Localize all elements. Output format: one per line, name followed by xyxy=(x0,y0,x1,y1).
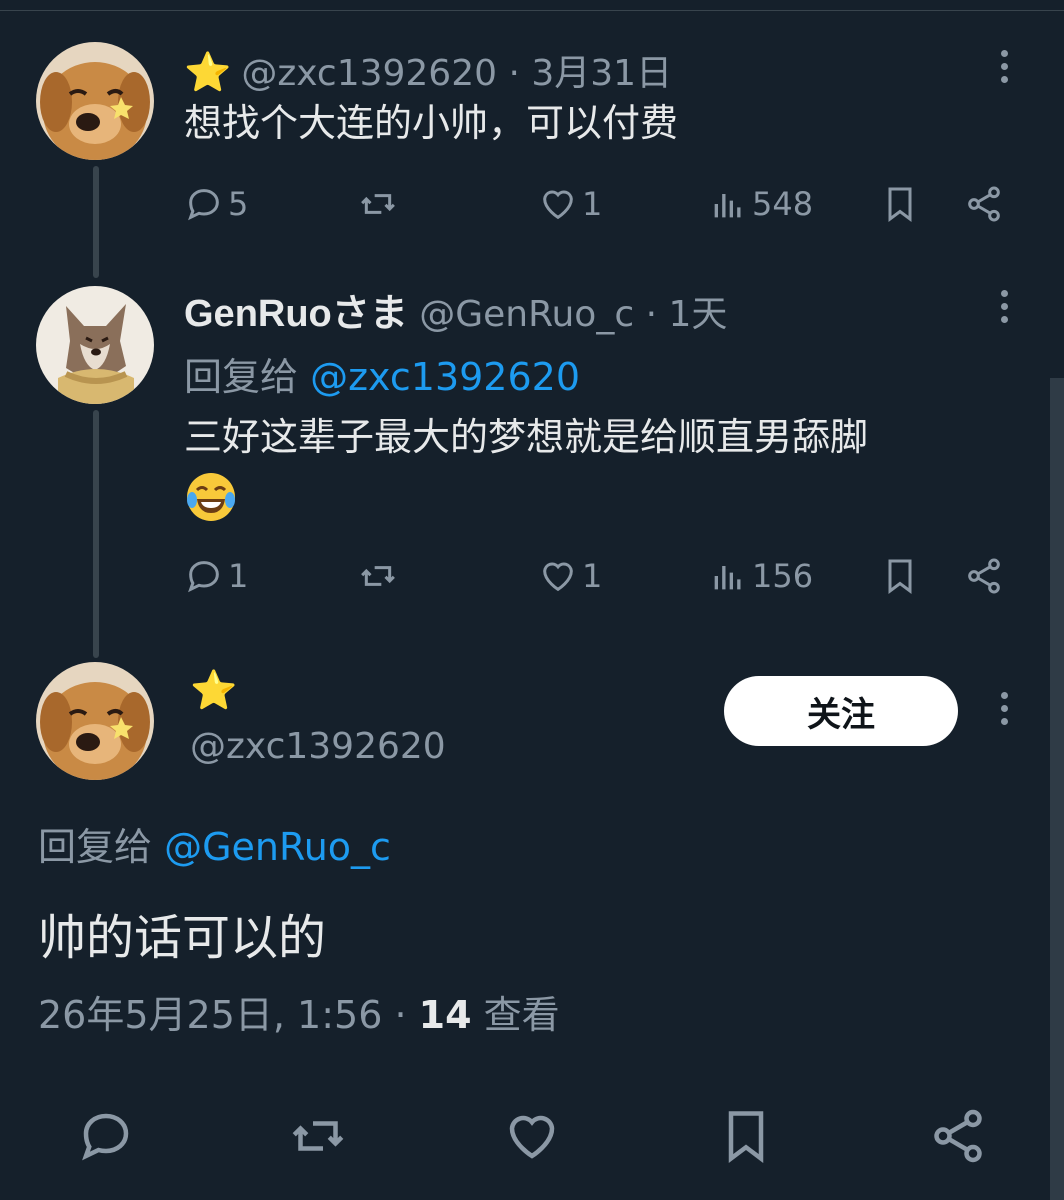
reply-icon xyxy=(82,1113,129,1161)
views-icon xyxy=(714,194,741,218)
bookmark-icon xyxy=(888,187,912,222)
share-icon xyxy=(968,186,1000,222)
retweet-button[interactable] xyxy=(358,182,402,226)
avatar[interactable] xyxy=(36,42,154,160)
reply-count: 5 xyxy=(228,185,249,223)
views-button[interactable]: 156 xyxy=(708,554,813,598)
reply-label: 回复给 xyxy=(38,825,153,869)
thread-line xyxy=(93,410,99,658)
retweet-icon xyxy=(361,194,395,214)
avatar[interactable] xyxy=(36,662,154,780)
share-icon xyxy=(968,558,1000,594)
separator-dot: · xyxy=(382,993,419,1037)
tweet-actions: 1 1 156 xyxy=(184,554,1014,598)
separator-dot: · xyxy=(497,53,532,94)
tweet-text: 三好这辈子最大的梦想就是给顺直男舔脚 xyxy=(184,415,869,459)
thread-line xyxy=(93,166,99,278)
views-count: 156 xyxy=(752,557,814,595)
views-button[interactable]: 548 xyxy=(708,182,813,226)
like-icon xyxy=(543,190,573,220)
top-divider xyxy=(0,10,1064,11)
like-icon xyxy=(509,1115,555,1159)
like-icon xyxy=(543,562,573,592)
reply-to-line: 回复给 @zxc1392620 xyxy=(184,346,580,401)
more-icon[interactable] xyxy=(998,50,1010,90)
focused-actions xyxy=(0,1106,1064,1170)
bookmark-icon xyxy=(728,1111,764,1163)
separator-dot: · xyxy=(634,294,669,335)
reply-label: 回复给 xyxy=(184,355,299,399)
reply-button[interactable] xyxy=(76,1106,136,1166)
scrollbar[interactable] xyxy=(1050,378,1064,1200)
follow-button[interactable]: 关注 xyxy=(724,676,958,746)
more-icon[interactable] xyxy=(998,290,1010,330)
handle[interactable]: @GenRuo_c xyxy=(419,294,634,335)
more-icon[interactable] xyxy=(998,692,1010,732)
bookmark-button[interactable] xyxy=(716,1106,776,1166)
bookmark-button[interactable] xyxy=(880,554,924,598)
star-name[interactable]: ⭐ xyxy=(190,668,247,713)
views-label: 查看 xyxy=(483,993,560,1037)
share-button[interactable] xyxy=(928,1106,988,1166)
like-button[interactable]: 1 xyxy=(538,554,602,598)
reply-to-line: 回复给 @GenRuo_c xyxy=(38,816,391,871)
timestamp[interactable]: 1天 xyxy=(668,294,727,335)
views-icon xyxy=(714,566,741,590)
star-emoji: ⭐ xyxy=(190,668,238,712)
reply-button[interactable]: 5 xyxy=(184,182,248,226)
retweet-icon xyxy=(292,1121,344,1151)
like-count: 1 xyxy=(582,185,603,223)
mention-link[interactable]: @GenRuo_c xyxy=(164,825,391,869)
tweet-meta: 26年5月25日, 1:56 · 14 查看 xyxy=(38,984,560,1039)
like-button[interactable]: 1 xyxy=(538,182,602,226)
tweet-header: ⭐ @zxc1392620 · 3月31日 xyxy=(184,44,672,96)
retweet-icon xyxy=(361,566,395,586)
reply-button[interactable]: 1 xyxy=(184,554,248,598)
retweet-button[interactable] xyxy=(288,1106,348,1166)
timestamp[interactable]: 3月31日 xyxy=(531,53,672,94)
avatar[interactable] xyxy=(36,286,154,404)
views-count: 14 xyxy=(418,993,472,1037)
retweet-button[interactable] xyxy=(358,554,402,598)
handle[interactable]: @zxc1392620 xyxy=(241,53,497,94)
reply-count: 1 xyxy=(228,557,249,595)
laughing-emoji xyxy=(187,473,235,521)
handle[interactable]: @zxc1392620 xyxy=(190,726,446,767)
tweet-text: 想找个大连的小帅，可以付费 xyxy=(184,101,679,145)
tweet-actions: 5 1 548 xyxy=(184,182,1014,226)
bookmark-icon xyxy=(888,559,912,594)
display-name[interactable]: GenRuoさま xyxy=(184,293,408,335)
views-count: 548 xyxy=(752,185,814,223)
share-button[interactable] xyxy=(964,554,1008,598)
share-icon xyxy=(934,1109,982,1163)
mention-link[interactable]: @zxc1392620 xyxy=(310,355,580,399)
star-emoji: ⭐ xyxy=(184,50,232,94)
tweet-header: GenRuoさま @GenRuo_c · 1天 xyxy=(184,282,727,337)
share-button[interactable] xyxy=(964,182,1008,226)
reply-icon xyxy=(188,189,219,221)
bookmark-button[interactable] xyxy=(880,182,924,226)
like-button[interactable] xyxy=(502,1106,562,1166)
like-count: 1 xyxy=(582,557,603,595)
tweet-text: 帅的话可以的 xyxy=(38,910,327,966)
timestamp[interactable]: 26年5月25日, 1:56 xyxy=(38,993,382,1037)
reply-icon xyxy=(188,561,219,593)
